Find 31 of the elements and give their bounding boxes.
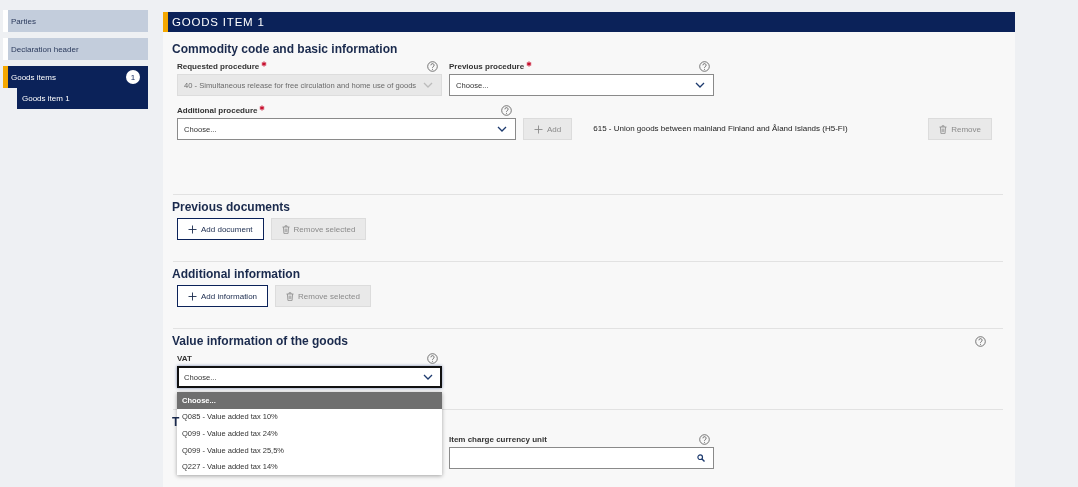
field-label: VAT <box>177 353 192 363</box>
field-label: Requested procedure <box>177 61 260 71</box>
page-header: GOODS ITEM 1 <box>163 12 1015 32</box>
sidebar-item[interactable]: Declaration header <box>3 38 148 60</box>
field-label: Additional procedure <box>177 105 258 115</box>
section-heading: Previous documents <box>172 200 291 214</box>
sidebar-subitem[interactable]: Goods item 1 <box>17 88 148 109</box>
trash-icon <box>939 124 948 134</box>
search-field[interactable] <box>449 447 714 469</box>
trash-icon <box>286 291 295 301</box>
plus-icon <box>188 224 197 234</box>
plus-icon <box>534 124 543 134</box>
count-badge: 1 <box>126 70 140 84</box>
chevron-down-icon <box>423 82 433 88</box>
section-heading: T <box>172 415 180 429</box>
sidebar-item[interactable]: Goods items 1 <box>3 66 148 88</box>
add-button[interactable]: Add information <box>177 285 269 307</box>
search-icon <box>697 454 705 462</box>
field-label: Item charge currency unit <box>449 434 547 444</box>
chevron-down-icon <box>423 374 433 380</box>
chevron-down-icon <box>695 82 705 88</box>
add-button[interactable]: Add document <box>177 218 264 240</box>
section-heading: Value information of the goods <box>172 334 348 348</box>
plus-icon <box>188 291 197 301</box>
chevron-down-icon <box>497 126 507 132</box>
section-heading: Commodity code and basic information <box>172 42 398 56</box>
section-heading: Additional information <box>172 267 300 281</box>
field-label: Previous procedure <box>449 61 525 71</box>
sidebar-item[interactable]: Parties <box>3 10 148 32</box>
trash-icon <box>281 224 290 234</box>
added-procedure-text: 615 - Union goods between mainland Finland and Åland Islands (H5-FI) <box>593 124 849 133</box>
